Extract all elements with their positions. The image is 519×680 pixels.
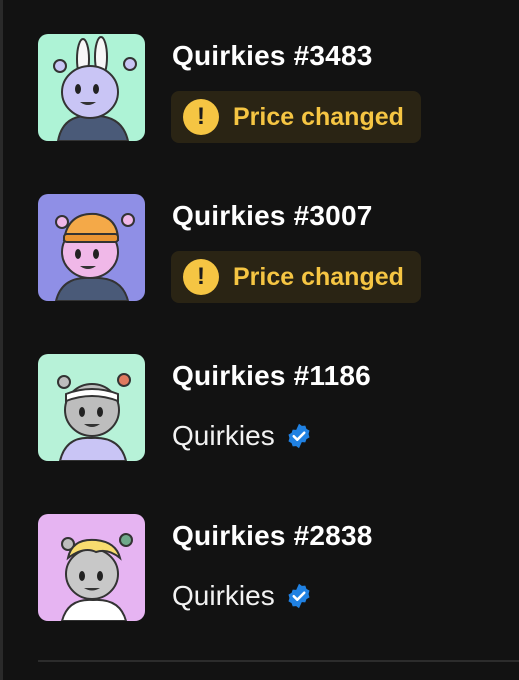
nft-list-item[interactable]: Quirkies #3483 ! Price changed <box>38 34 498 143</box>
nft-thumbnail[interactable] <box>38 34 145 141</box>
nft-thumbnail[interactable] <box>38 514 145 621</box>
price-changed-badge: ! Price changed <box>171 251 421 303</box>
badge-label: Price changed <box>233 262 404 291</box>
exclamation-circle-icon: ! <box>183 259 219 295</box>
verified-badge-icon <box>288 583 310 609</box>
nft-list-item[interactable]: Quirkies #1186 Quirkies <box>38 354 498 462</box>
nft-list-item[interactable]: Quirkies #3007 ! Price changed <box>38 194 498 303</box>
nft-thumbnail[interactable] <box>38 354 145 461</box>
collection-link[interactable]: Quirkies <box>172 420 313 452</box>
nft-title[interactable]: Quirkies #1186 <box>172 360 371 392</box>
nft-list-item[interactable]: Quirkies #2838 Quirkies <box>38 514 498 622</box>
panel-edge <box>0 0 3 680</box>
nft-avatar-image <box>38 194 145 301</box>
nft-thumbnail[interactable] <box>38 194 145 301</box>
collection-name[interactable]: Quirkies <box>172 420 275 452</box>
badge-label: Price changed <box>233 102 404 131</box>
collection-link[interactable]: Quirkies <box>172 580 313 612</box>
nft-avatar-image <box>38 34 145 141</box>
nft-title[interactable]: Quirkies #3483 <box>172 40 373 72</box>
collection-name[interactable]: Quirkies <box>172 580 275 612</box>
list-divider <box>38 660 519 662</box>
nft-avatar-image <box>38 514 145 621</box>
nft-avatar-image <box>38 354 145 461</box>
verified-badge-icon <box>288 423 310 449</box>
nft-title[interactable]: Quirkies #3007 <box>172 200 373 232</box>
nft-title[interactable]: Quirkies #2838 <box>172 520 373 552</box>
exclamation-circle-icon: ! <box>183 99 219 135</box>
price-changed-badge: ! Price changed <box>171 91 421 143</box>
